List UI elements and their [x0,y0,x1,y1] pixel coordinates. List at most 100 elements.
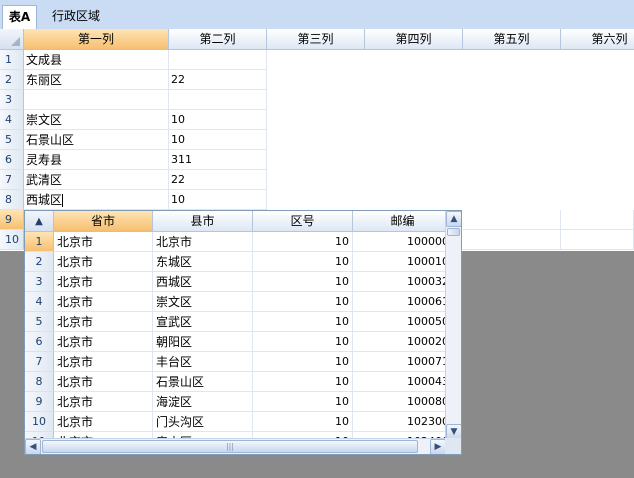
cell[interactable]: 武清区 [24,170,169,190]
dropdown-cell-province[interactable]: 北京市 [54,372,153,392]
dropdown-cell-county[interactable]: 海淀区 [153,392,253,412]
dropdown-cell-county[interactable]: 崇文区 [153,292,253,312]
dropdown-cell-area-code[interactable]: 10 [253,232,353,252]
dropdown-cell-area-code[interactable]: 10 [253,312,353,332]
dropdown-cell-area-code[interactable]: 10 [253,332,353,352]
cell[interactable]: 东丽区 [24,70,169,90]
column-header-6[interactable]: 第六列 [561,29,634,50]
dropdown-cell-province[interactable]: 北京市 [54,412,153,432]
row-header[interactable]: 5 [0,130,24,150]
vertical-scroll-thumb[interactable] [447,228,460,236]
dropdown-cell-zip[interactable]: 100050 [353,312,446,332]
dropdown-row-header[interactable]: 5 [25,312,54,332]
cell[interactable]: 文成县 [24,50,169,70]
dropdown-cell-province[interactable]: 北京市 [54,312,153,332]
dropdown-cell-zip[interactable]: 100020 [353,332,446,352]
dropdown-cell-county[interactable]: 东城区 [153,252,253,272]
dropdown-cell-province[interactable]: 北京市 [54,292,153,312]
active-edit-cell[interactable]: 西城区 [24,190,169,210]
sort-icon[interactable]: ▲ [25,211,54,232]
cell[interactable] [463,230,561,250]
row-header[interactable]: 9 [0,210,24,230]
row-header[interactable]: 8 [0,190,24,210]
dropdown-cell-zip[interactable]: 100032 [353,272,446,292]
dropdown-cell-county[interactable]: 西城区 [153,272,253,292]
dropdown-cell-zip[interactable]: 100080 [353,392,446,412]
dropdown-row-header[interactable]: 3 [25,272,54,292]
dropdown-cell-zip[interactable]: 100043 [353,372,446,392]
chevron-left-icon[interactable]: ◀ [25,439,41,454]
row-header[interactable]: 1 [0,50,24,70]
dropdown-cell-zip[interactable]: 100010 [353,252,446,272]
dropdown-column-province[interactable]: 省市 [54,211,153,232]
dropdown-cell-area-code[interactable]: 10 [253,352,353,372]
chevron-up-icon[interactable]: ▲ [446,211,461,227]
row-header[interactable]: 2 [0,70,24,90]
dropdown-cell-county[interactable]: 门头沟区 [153,412,253,432]
dropdown-cell-zip[interactable]: 102300 [353,412,446,432]
dropdown-row-header[interactable]: 1 [25,232,54,252]
dropdown-cell-county[interactable]: 宣武区 [153,312,253,332]
dropdown-cell-county[interactable]: 丰台区 [153,352,253,372]
dropdown-cell-area-code[interactable]: 10 [253,292,353,312]
tab-admin-region[interactable]: 行政区域 [48,5,104,29]
dropdown-column-zip[interactable]: 邮编 [353,211,453,232]
dropdown-cell-county[interactable]: 石景山区 [153,372,253,392]
cell[interactable] [561,210,634,230]
tab-sheet-a[interactable]: 表A [2,5,37,29]
dropdown-cell-province[interactable]: 北京市 [54,392,153,412]
cell[interactable]: 311 [169,150,267,170]
column-header-2[interactable]: 第二列 [169,29,267,50]
dropdown-row-header[interactable]: 4 [25,292,54,312]
row-header[interactable]: 6 [0,150,24,170]
column-header-1[interactable]: 第一列 [24,29,169,50]
chevron-right-icon[interactable]: ▶ [430,439,446,454]
cell[interactable]: 崇文区 [24,110,169,130]
select-all-corner[interactable] [0,29,24,50]
dropdown-column-county[interactable]: 县市 [153,211,253,232]
horizontal-scrollbar[interactable]: ◀ ||| ▶ [25,438,446,454]
cell[interactable]: 22 [169,170,267,190]
row-header[interactable]: 10 [0,230,24,250]
row-header[interactable]: 3 [0,90,24,110]
horizontal-scroll-thumb[interactable]: ||| [42,440,418,453]
column-header-4[interactable]: 第四列 [365,29,463,50]
dropdown-cell-area-code[interactable]: 10 [253,392,353,412]
dropdown-row-header[interactable]: 6 [25,332,54,352]
row-header[interactable]: 4 [0,110,24,130]
cell[interactable] [561,230,634,250]
resize-grip[interactable] [445,438,461,454]
dropdown-cell-province[interactable]: 北京市 [54,252,153,272]
cell[interactable]: 10 [169,190,267,210]
dropdown-cell-province[interactable]: 北京市 [54,352,153,372]
cell[interactable]: 22 [169,70,267,90]
dropdown-cell-area-code[interactable]: 10 [253,272,353,292]
dropdown-cell-zip[interactable]: 100071 [353,352,446,372]
dropdown-cell-zip[interactable]: 100061 [353,292,446,312]
dropdown-row-header[interactable]: 2 [25,252,54,272]
dropdown-row-header[interactable]: 9 [25,392,54,412]
dropdown-cell-area-code[interactable]: 10 [253,252,353,272]
dropdown-row-header[interactable]: 10 [25,412,54,432]
cell[interactable] [169,50,267,70]
cell[interactable] [24,90,169,110]
cell[interactable] [169,90,267,110]
column-header-3[interactable]: 第三列 [267,29,365,50]
dropdown-cell-province[interactable]: 北京市 [54,272,153,292]
dropdown-row-header[interactable]: 7 [25,352,54,372]
row-header[interactable]: 7 [0,170,24,190]
cell-editor-text[interactable]: 西城区 [26,193,62,207]
dropdown-cell-county[interactable]: 朝阳区 [153,332,253,352]
cell[interactable]: 10 [169,130,267,150]
dropdown-cell-area-code[interactable]: 10 [253,372,353,392]
cell[interactable]: 石景山区 [24,130,169,150]
cell[interactable]: 10 [169,110,267,130]
cell[interactable] [463,210,561,230]
dropdown-row-header[interactable]: 8 [25,372,54,392]
column-header-5[interactable]: 第五列 [463,29,561,50]
dropdown-column-area-code[interactable]: 区号 [253,211,353,232]
dropdown-cell-county[interactable]: 北京市 [153,232,253,252]
dropdown-lookup-grid[interactable]: ▲ 省市 县市 区号 邮编 1 北京市 北京市 10 100000 2 北京市 … [24,210,462,455]
vertical-scrollbar[interactable]: ▲ ▼ [445,211,461,440]
dropdown-cell-province[interactable]: 北京市 [54,232,153,252]
